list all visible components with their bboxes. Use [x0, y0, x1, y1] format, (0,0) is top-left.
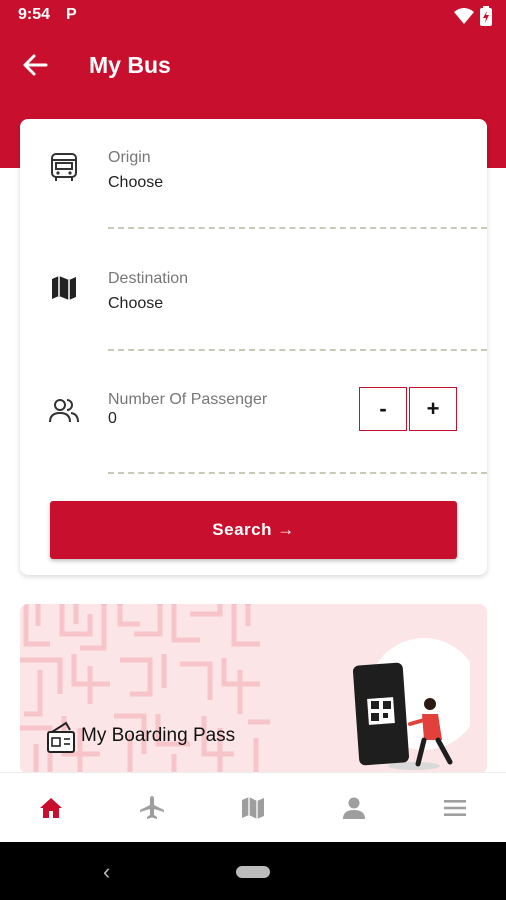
origin-field[interactable]: Origin Choose — [20, 119, 487, 240]
home-icon — [39, 797, 62, 818]
people-icon — [49, 399, 79, 423]
profile-icon — [343, 797, 366, 819]
nav-home[interactable] — [0, 773, 101, 842]
phone-qr-illustration — [352, 638, 470, 770]
system-navigation-bar: ‹ — [0, 842, 506, 900]
bus-search-card: Origin Choose Destination Choose Number … — [20, 119, 487, 575]
decrement-button[interactable]: - — [359, 387, 407, 431]
boarding-pass-banner[interactable]: My Boarding Pass — [20, 604, 487, 774]
destination-field[interactable]: Destination Choose — [20, 240, 487, 361]
parking-app-icon: P — [66, 6, 77, 23]
passenger-count: 0 — [108, 410, 117, 427]
bus-icon — [51, 153, 77, 181]
increment-button[interactable]: + — [409, 387, 457, 431]
origin-value: Choose — [108, 174, 164, 191]
status-time: 9:54 — [18, 6, 51, 23]
nav-flights[interactable] — [101, 773, 202, 842]
search-button[interactable]: Search → — [50, 501, 457, 559]
origin-label: Origin — [108, 149, 151, 166]
nav-map[interactable] — [202, 773, 303, 842]
destination-label: Destination — [108, 270, 189, 287]
map-icon — [52, 276, 76, 300]
battery-icon — [480, 6, 492, 26]
page-title: My Bus — [89, 52, 171, 78]
passenger-stepper: - + — [359, 387, 457, 431]
wifi-icon — [454, 8, 474, 24]
menu-icon — [444, 799, 467, 816]
boarding-pass-label: My Boarding Pass — [81, 725, 236, 746]
status-bar: 9:54 P — [0, 0, 506, 32]
nav-profile[interactable] — [304, 773, 405, 842]
origin-divider — [108, 227, 487, 229]
flight-icon — [139, 795, 164, 819]
nav-menu[interactable] — [405, 773, 506, 842]
map-icon — [242, 796, 264, 819]
arrow-left-icon[interactable] — [20, 50, 50, 80]
passenger-label: Number Of Passenger — [108, 391, 268, 408]
boarding-pass-icon — [47, 721, 75, 753]
destination-value: Choose — [108, 295, 164, 312]
system-back-icon[interactable]: ‹ — [103, 859, 110, 885]
passenger-divider — [108, 472, 487, 474]
bottom-navigation — [0, 772, 506, 842]
destination-divider — [108, 349, 487, 351]
system-home-pill[interactable] — [236, 866, 270, 878]
